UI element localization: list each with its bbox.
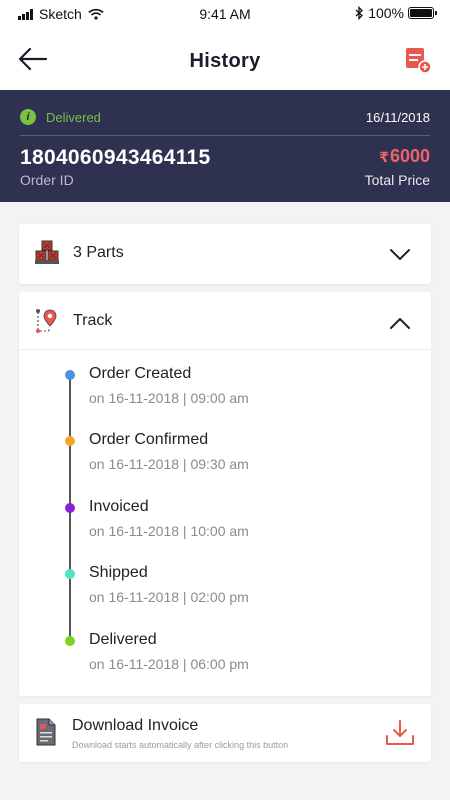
download-invoice-subtitle: Download starts automatically after clic… [72,740,289,750]
summary-divider [20,135,430,136]
currency-symbol: ₹ [379,149,389,165]
track-card: Track Order Created on 16-11-2018 | 09:0… [19,292,431,696]
track-label: Track [73,312,113,329]
app-header: History [0,28,450,90]
download-invoice-title: Download Invoice [72,717,199,734]
battery-percent: 100% [368,5,404,21]
status-bar: Sketch 9:41 AM 100% [0,0,450,28]
order-date: 16/11/2018 [365,109,430,125]
track-header[interactable]: Track [19,292,431,350]
track-timeline: Order Created on 16-11-2018 | 09:00 am O… [19,350,431,696]
order-id-label: Order ID [20,172,74,188]
invoice-document-icon [36,718,56,746]
add-invoice-icon[interactable] [404,46,432,74]
event-time: on 16-11-2018 | 06:00 pm [89,656,249,672]
timeline-dot [65,503,75,513]
status-row: i Delivered 16/11/2018 [20,107,430,127]
battery-icon [408,7,437,19]
chevron-up-icon[interactable] [389,316,411,330]
battery-group: 100% [354,5,437,21]
route-pin-icon [36,309,57,333]
event-title: Delivered [89,631,157,648]
event-title: Shipped [89,564,148,581]
parts-label: 3 Parts [73,244,124,261]
timeline-item: Invoiced on 16-11-2018 | 10:00 am [19,483,431,539]
event-title: Order Confirmed [89,431,209,448]
chevron-down-icon[interactable] [389,248,411,262]
download-icon[interactable] [385,719,415,747]
event-title: Invoiced [89,498,149,515]
total-price: ₹6000 [379,146,430,167]
timeline-dot [65,370,75,380]
bluetooth-icon [355,6,364,20]
timeline-dot [65,636,75,646]
timeline-item: Delivered on 16-11-2018 | 06:00 pm [19,616,431,672]
timeline-dot [65,569,75,579]
info-icon: i [20,109,36,125]
total-price-label: Total Price [364,172,430,188]
timeline-dot [65,436,75,446]
order-summary: i Delivered 16/11/2018 1804060943464115 … [0,90,450,202]
download-invoice-card[interactable]: Download Invoice Download starts automat… [19,704,431,762]
event-time: on 16-11-2018 | 09:30 am [89,456,249,472]
event-time: on 16-11-2018 | 09:00 am [89,390,249,406]
timeline-item: Shipped on 16-11-2018 | 02:00 pm [19,549,431,605]
status-badge: Delivered [46,109,101,125]
event-time: on 16-11-2018 | 02:00 pm [89,589,249,605]
event-title: Order Created [89,365,192,382]
page-title: History [189,50,261,72]
price-value: 6000 [389,146,430,166]
order-id: 1804060943464115 [20,146,211,169]
timeline-item: Order Created on 16-11-2018 | 09:00 am [19,350,431,406]
event-time: on 16-11-2018 | 10:00 am [89,523,249,539]
timeline-item: Order Confirmed on 16-11-2018 | 09:30 am [19,416,431,472]
parts-card[interactable]: 3 Parts [19,224,431,284]
parts-boxes-icon [35,240,59,264]
